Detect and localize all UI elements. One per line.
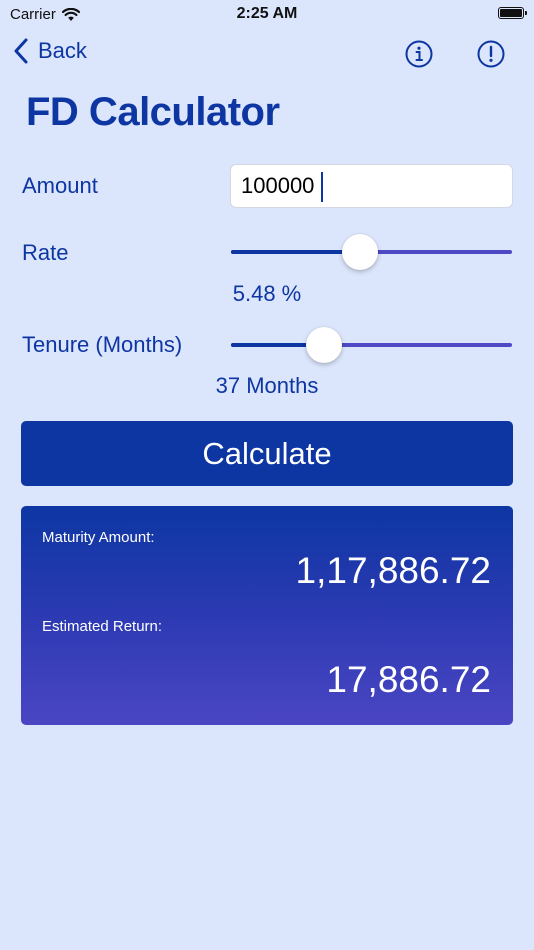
rate-slider-fill [231,250,360,254]
alert-icon[interactable] [477,40,505,68]
rate-value: 5.48 % [232,281,302,306]
back-button[interactable]: Back [14,38,87,64]
page-title: FD Calculator [26,90,280,134]
navigation-bar: Back [0,34,534,78]
tenure-value: 37 Months [215,373,319,398]
rate-slider[interactable] [231,232,512,272]
estimated-return-label: Estimated Return: [42,618,163,635]
rate-slider-thumb[interactable] [342,234,378,270]
tenure-slider[interactable] [231,325,512,365]
amount-input[interactable] [230,164,513,208]
back-label: Back [38,38,87,63]
amount-label: Amount [22,173,98,198]
status-bar: Carrier 2:25 AM [0,0,534,30]
info-icon[interactable] [405,40,433,68]
text-cursor [321,172,323,202]
estimated-return-value: 17,886.72 [326,659,491,700]
tenure-slider-thumb[interactable] [306,327,342,363]
maturity-amount-label: Maturity Amount: [42,529,155,546]
chevron-left-icon [14,38,28,64]
status-time: 2:25 AM [236,5,298,22]
battery-icon [498,7,527,19]
rate-label: Rate [22,240,69,265]
maturity-amount-value: 1,17,886.72 [295,550,491,591]
tenure-label: Tenure (Months) [22,332,183,357]
calculate-button[interactable]: Calculate [21,421,513,486]
results-card: Maturity Amount: 1,17,886.72 Estimated R… [21,506,513,725]
